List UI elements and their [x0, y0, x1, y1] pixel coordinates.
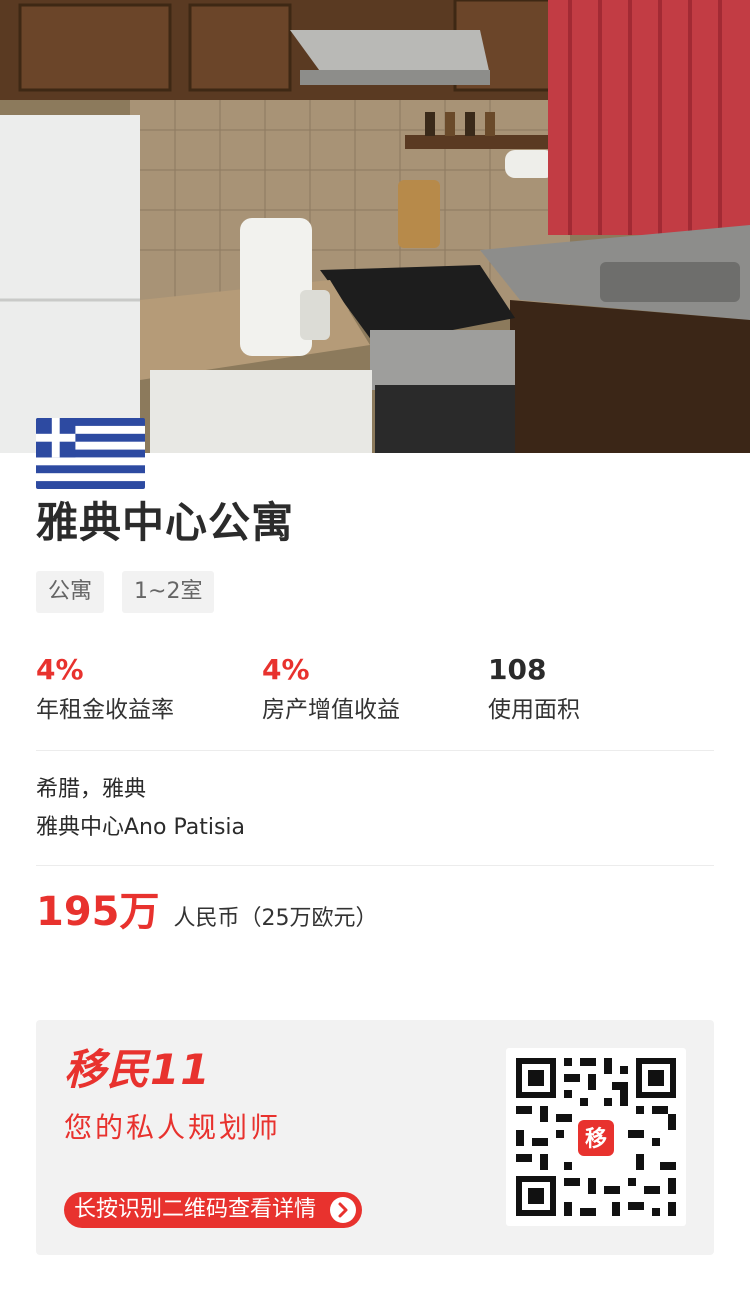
brand-slogan: 您的私人规划师	[64, 1111, 282, 1144]
stat-rental-yield: 4% 年租金收益率	[36, 652, 174, 730]
greece-flag-icon	[36, 418, 145, 489]
scan-qr-button[interactable]: 长按识别二维码查看详情	[64, 1192, 363, 1228]
stat-label: 房产增值收益	[262, 697, 400, 723]
stat-label: 年租金收益率	[36, 697, 174, 723]
qr-center-logo: 移	[585, 1126, 607, 1152]
stats-row: 4% 年租金收益率 4% 房产增值收益 108 使用面积	[36, 652, 714, 750]
stat-value: 108	[488, 653, 547, 686]
tag-rooms: 1~2室	[122, 571, 215, 613]
price-block: 195万 人民币（25万欧元）	[36, 884, 378, 940]
stat-value: 4%	[262, 653, 310, 686]
stat-area: 108 使用面积	[488, 652, 580, 730]
promo-card: 移民11 您的私人规划师 长按识别二维码查看详情 移	[36, 1020, 714, 1255]
location-block: 希腊，雅典 雅典中心Ano Patisia	[36, 771, 245, 847]
location-region: 希腊，雅典	[36, 777, 147, 802]
tag-property-type: 公寓	[36, 571, 105, 613]
stat-appreciation: 4% 房产增值收益	[262, 652, 400, 730]
listing-title: 雅典中心公寓	[36, 498, 295, 547]
stat-value: 4%	[36, 653, 84, 686]
price-currency-note: 人民币（25万欧元）	[173, 906, 378, 931]
price-amount: 195万	[36, 889, 160, 935]
stat-label: 使用面积	[488, 697, 580, 723]
chevron-right-circle-icon	[330, 1197, 357, 1223]
tag-list: 公寓 1~2室	[36, 571, 215, 613]
divider	[36, 865, 714, 866]
listing-photo	[0, 0, 750, 453]
location-area: 雅典中心Ano Patisia	[36, 815, 246, 840]
brand-logo: 移民11	[64, 1045, 211, 1094]
qr-code-icon[interactable]: 移	[506, 1048, 686, 1226]
divider	[36, 750, 714, 751]
scan-qr-label: 长按识别二维码查看详情	[74, 1197, 317, 1222]
